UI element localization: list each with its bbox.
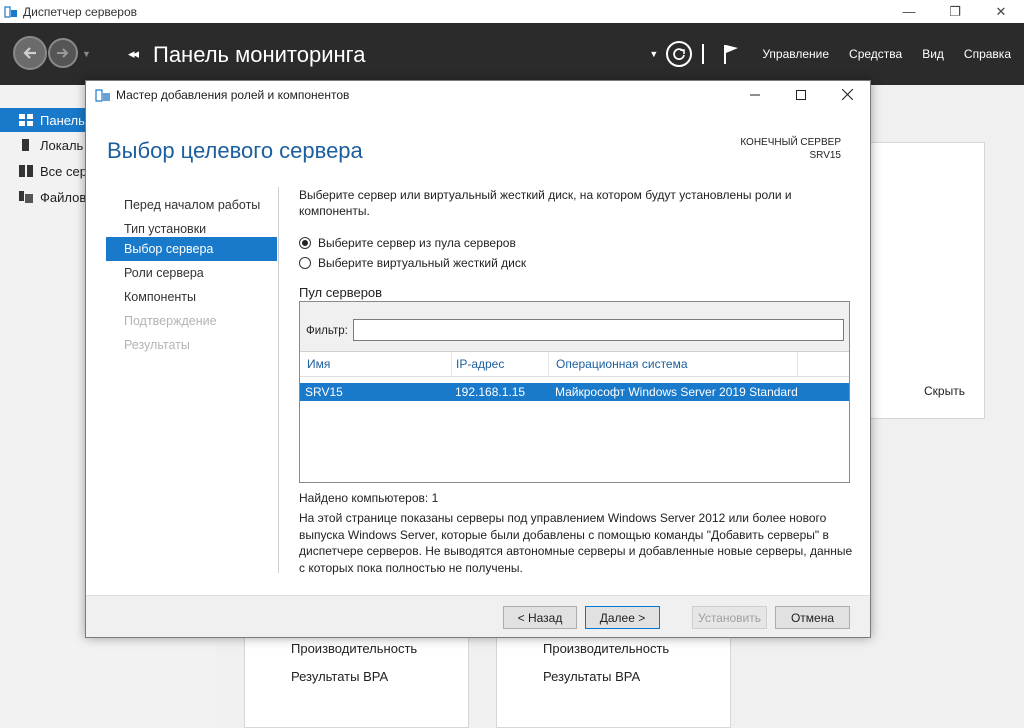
radio-server-pool[interactable]: Выберите сервер из пула серверов bbox=[299, 236, 516, 250]
wizard-maximize-button[interactable] bbox=[778, 81, 824, 108]
column-header-name[interactable]: Имя bbox=[307, 352, 330, 377]
dropdown-arrow-icon[interactable]: ▼ bbox=[649, 49, 658, 59]
next-button[interactable]: Далее > bbox=[585, 606, 660, 629]
dashboard-tile: Производительность Результаты BPA bbox=[496, 636, 731, 728]
step-results: Результаты bbox=[124, 338, 190, 352]
toolbar-right: ▼ Управление Средства Вид Справка bbox=[649, 23, 1024, 85]
table-row[interactable]: SRV15 192.168.1.15 Майкрософт Windows Se… bbox=[300, 383, 849, 401]
all-servers-icon bbox=[19, 165, 33, 177]
wizard-titlebar: Мастер добавления ролей и компонентов bbox=[86, 81, 870, 108]
wizard-app-icon bbox=[95, 88, 110, 102]
wizard-footer: < Назад Далее > Установить Отмена bbox=[86, 595, 870, 637]
server-manager-icon bbox=[4, 5, 17, 18]
radio-label: Выберите сервер из пула серверов bbox=[318, 236, 516, 250]
menu-tools[interactable]: Средства bbox=[849, 47, 902, 61]
grid-header: Имя IP-адрес Операционная система bbox=[300, 352, 849, 377]
filter-label: Фильтр: bbox=[306, 325, 348, 337]
page-title: Панель мониторинга bbox=[153, 42, 366, 67]
tile-performance-link[interactable]: Производительность bbox=[543, 641, 669, 656]
menu-help[interactable]: Справка bbox=[964, 47, 1011, 61]
destination-server-label: КОНЕЧНЫЙ СЕРВЕР bbox=[740, 137, 841, 148]
filter-input[interactable] bbox=[353, 319, 844, 341]
server-pool-label: Пул серверов bbox=[299, 285, 383, 300]
filter-area: Фильтр: bbox=[300, 302, 849, 352]
column-separator[interactable] bbox=[548, 352, 549, 376]
radio-label: Выберите виртуальный жесткий диск bbox=[318, 256, 527, 270]
column-header-os[interactable]: Операционная система bbox=[556, 352, 688, 377]
breadcrumb-arrow-icon[interactable]: ◂◂ bbox=[128, 46, 139, 62]
wizard-heading: Выбор целевого сервера bbox=[107, 138, 363, 163]
add-roles-wizard-dialog: Мастер добавления ролей и компонентов Вы… bbox=[85, 80, 871, 638]
computers-found: Найдено компьютеров: 1 bbox=[299, 491, 439, 505]
local-server-icon bbox=[22, 139, 29, 151]
radio-button-checked[interactable] bbox=[299, 237, 311, 249]
step-server-roles[interactable]: Роли сервера bbox=[106, 261, 277, 285]
radio-virtual-disk[interactable]: Выберите виртуальный жесткий диск bbox=[299, 256, 526, 270]
close-button[interactable]: ✕ bbox=[978, 0, 1024, 23]
nav-item-label: Все сер bbox=[40, 163, 87, 179]
file-services-icon bbox=[19, 191, 33, 203]
history-dropdown-icon[interactable]: ▼ bbox=[82, 49, 91, 59]
main-titlebar: Диспетчер серверов — ❐ ✕ bbox=[0, 0, 1024, 23]
cell-server-name: SRV15 bbox=[305, 385, 343, 399]
nav-item-label: Локаль bbox=[40, 137, 84, 153]
cancel-button[interactable]: Отмена bbox=[775, 606, 850, 629]
step-confirmation: Подтверждение bbox=[124, 314, 217, 328]
destination-server-name: SRV15 bbox=[809, 150, 841, 161]
back-button[interactable] bbox=[13, 36, 47, 70]
maximize-icon bbox=[796, 89, 806, 100]
column-header-ip[interactable]: IP-адрес bbox=[456, 352, 504, 377]
refresh-button[interactable] bbox=[666, 41, 693, 67]
welcome-tile bbox=[870, 142, 985, 419]
radio-button-unchecked[interactable] bbox=[299, 257, 311, 269]
step-server-selection[interactable]: Выбор сервера bbox=[106, 237, 277, 261]
restore-button[interactable]: ❐ bbox=[932, 0, 978, 23]
forward-button[interactable] bbox=[48, 38, 78, 68]
tile-bpa-link[interactable]: Результаты BPA bbox=[543, 669, 640, 684]
notifications-flag-icon[interactable] bbox=[722, 43, 740, 65]
refresh-icon bbox=[673, 48, 686, 60]
nav-item-label: Панель bbox=[40, 112, 85, 128]
hide-welcome-link[interactable]: Скрыть bbox=[924, 384, 965, 398]
toolbar: ▼ ◂◂ Панель мониторинга ▼ Управление Сре… bbox=[0, 23, 1024, 85]
cell-ip-address: 192.168.1.15 bbox=[455, 385, 526, 399]
install-button: Установить bbox=[692, 606, 767, 629]
back-button[interactable]: < Назад bbox=[503, 606, 577, 629]
page-description: Выберите сервер или виртуальный жесткий … bbox=[299, 188, 792, 218]
wizard-window-controls bbox=[732, 81, 870, 108]
minimize-icon bbox=[750, 94, 760, 95]
arrow-left-icon bbox=[23, 47, 36, 59]
cell-operating-system: Майкрософт Windows Server 2019 Standard bbox=[555, 385, 798, 399]
close-icon bbox=[841, 89, 853, 100]
toolbar-separator bbox=[702, 44, 705, 64]
dashboard-icon bbox=[19, 114, 33, 126]
server-pool-box: Фильтр: Имя IP-адрес Операционная систем… bbox=[299, 301, 850, 483]
minimize-button[interactable]: — bbox=[886, 0, 932, 23]
tile-performance-link[interactable]: Производительность bbox=[291, 641, 417, 656]
dashboard-tile: Производительность Результаты BPA bbox=[244, 636, 469, 728]
step-before-you-begin[interactable]: Перед началом работы bbox=[106, 193, 277, 217]
window-controls: — ❐ ✕ bbox=[886, 0, 1024, 23]
step-features[interactable]: Компоненты bbox=[106, 285, 277, 309]
arrow-right-icon bbox=[57, 48, 69, 58]
destination-server-info: КОНЕЧНЫЙ СЕРВЕР SRV15 bbox=[740, 136, 841, 162]
menu-manage[interactable]: Управление bbox=[762, 47, 829, 61]
tile-bpa-link[interactable]: Результаты BPA bbox=[291, 669, 388, 684]
column-separator[interactable] bbox=[451, 352, 452, 376]
steps-divider bbox=[278, 187, 279, 573]
column-separator[interactable] bbox=[797, 352, 798, 376]
window-title: Диспетчер серверов bbox=[23, 4, 138, 19]
wizard-minimize-button[interactable] bbox=[732, 81, 778, 108]
menu-view[interactable]: Вид bbox=[922, 47, 944, 61]
wizard-title: Мастер добавления ролей и компонентов bbox=[116, 87, 350, 102]
pool-note: На этой странице показаны серверы под уп… bbox=[299, 511, 853, 575]
wizard-close-button[interactable] bbox=[824, 81, 870, 108]
nav-item-label: Файлов bbox=[40, 189, 87, 205]
